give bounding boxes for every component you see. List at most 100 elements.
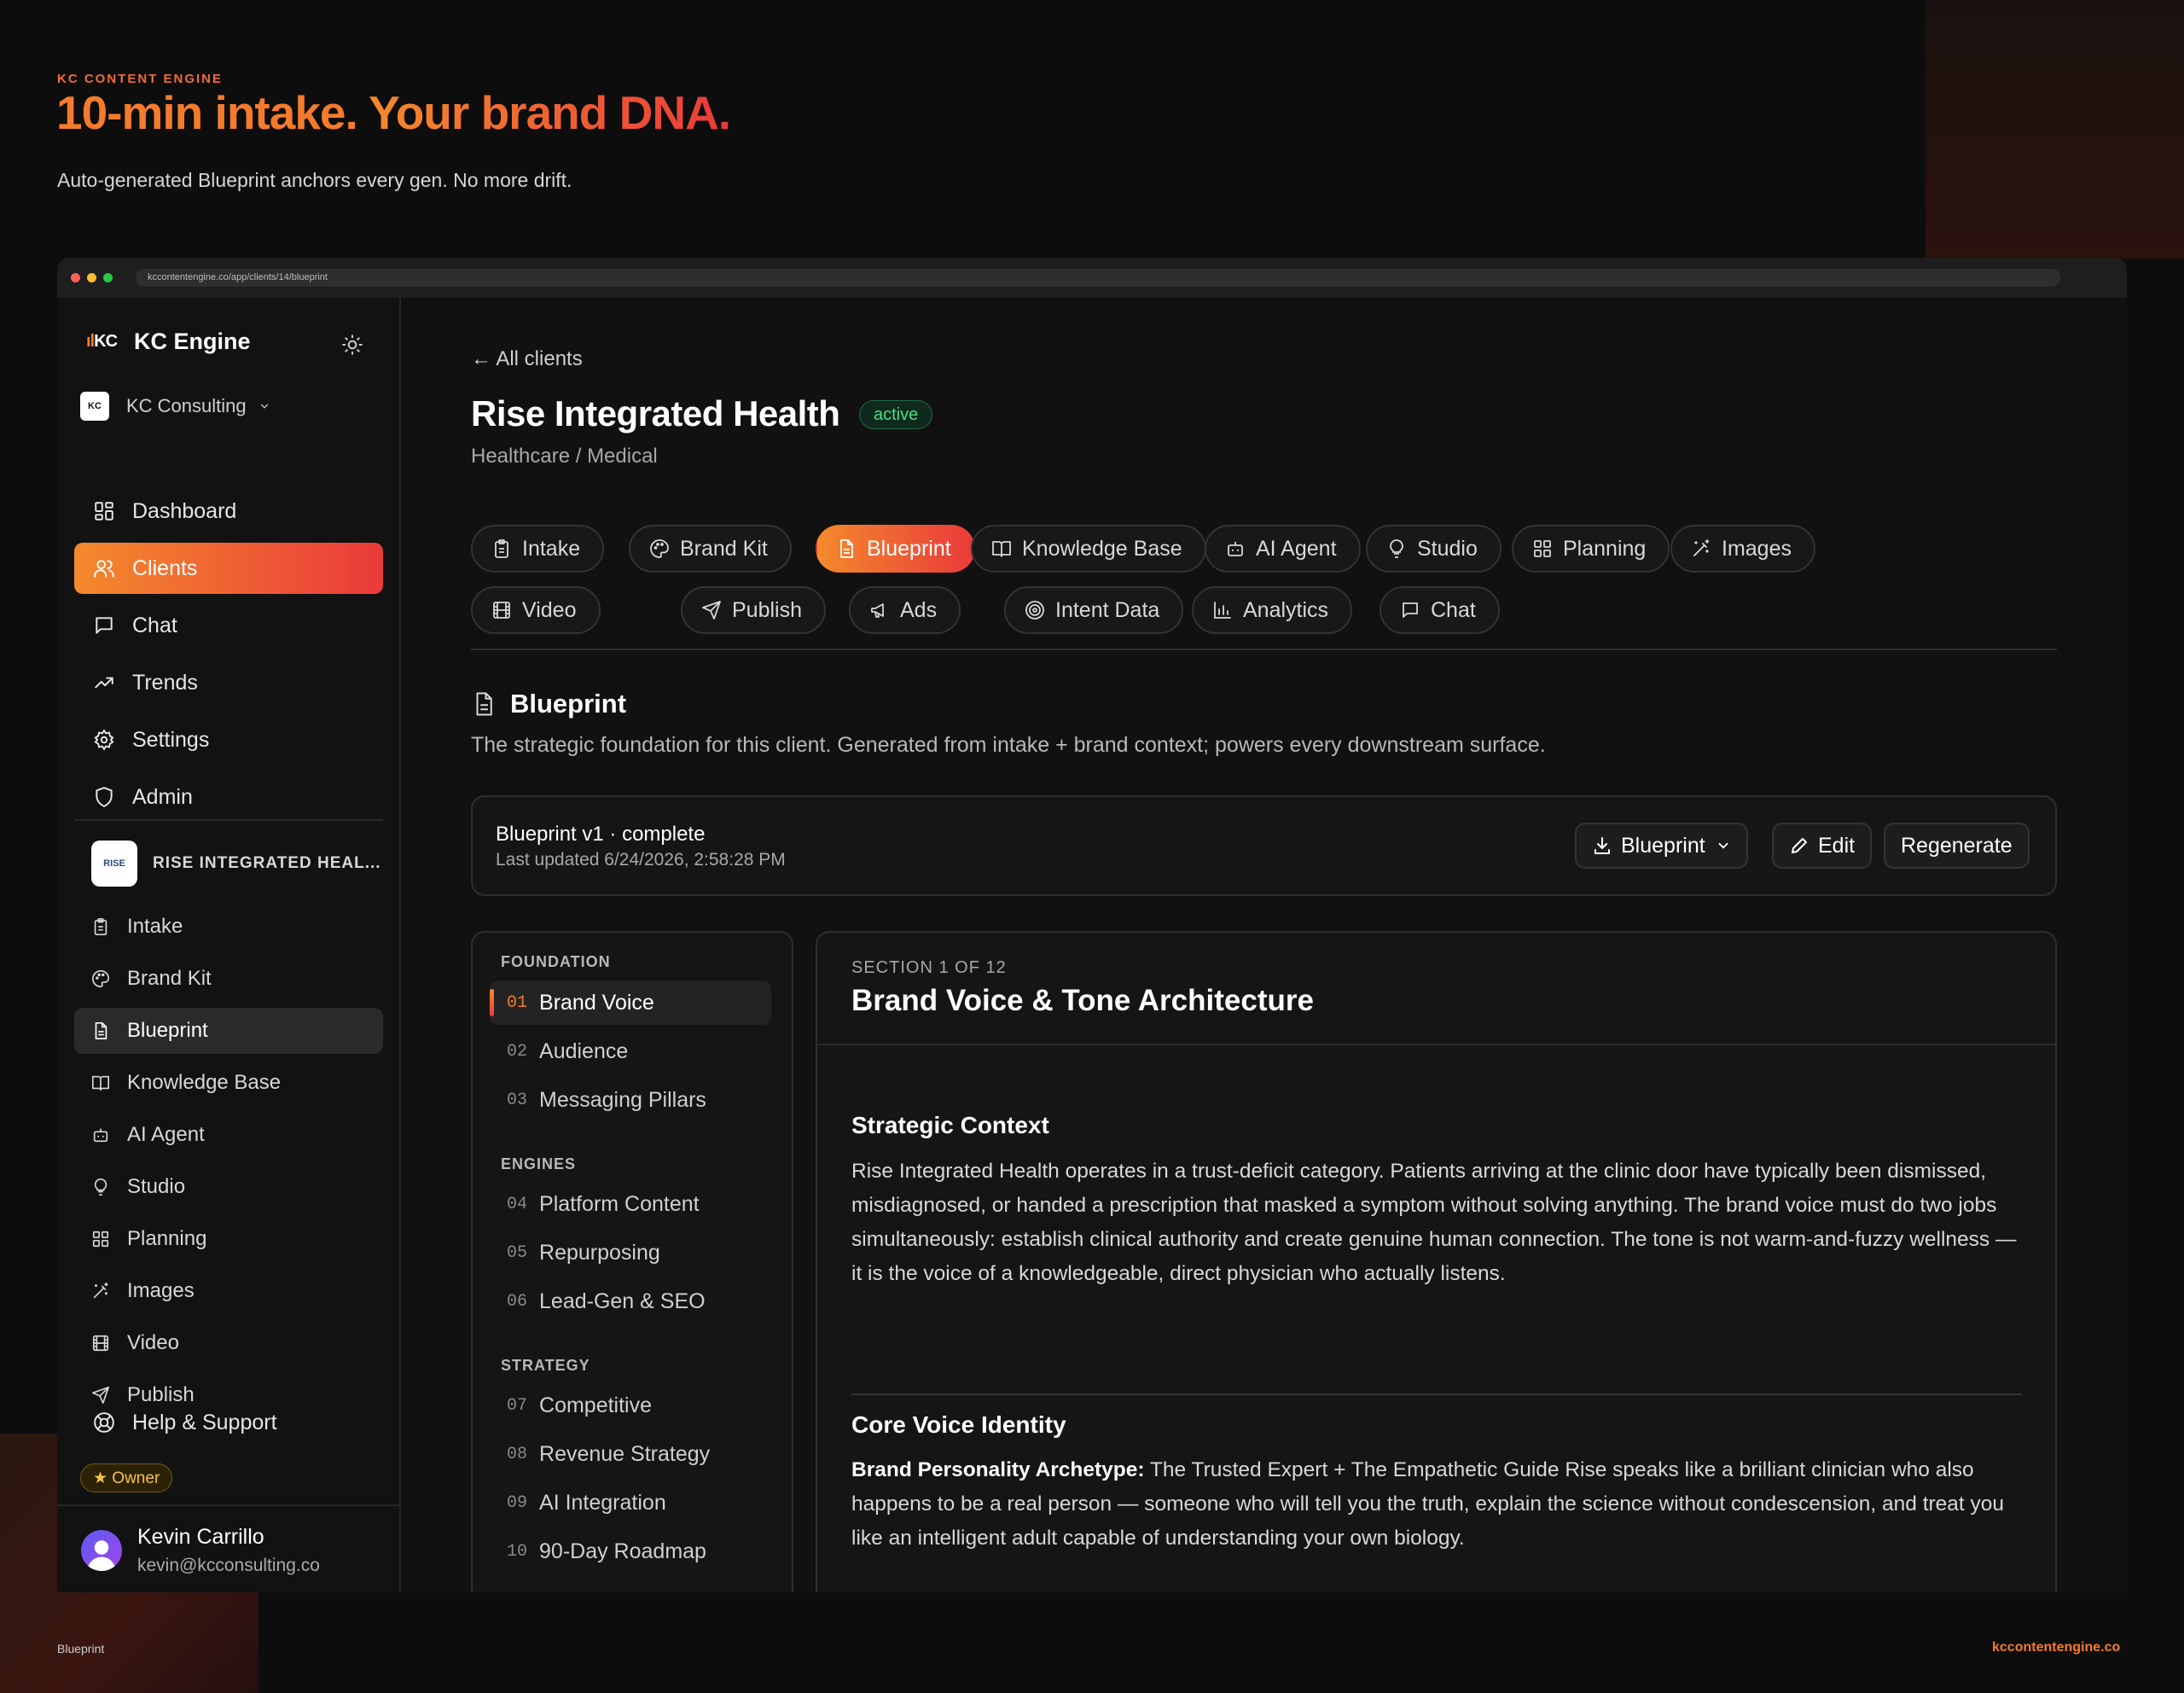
close-dot[interactable] [71, 273, 80, 282]
tab-chat[interactable]: Chat [1380, 586, 1500, 634]
footer-url: kccontentengine.co [1992, 1640, 2121, 1655]
nav-label: Chat [132, 613, 177, 637]
section-counter: SECTION 1 OF 12 [851, 958, 1007, 977]
nav-trends[interactable]: Trends [74, 657, 383, 708]
toc-number: 04 [507, 1194, 528, 1214]
tab-label: Images [1722, 536, 1792, 561]
toc-item-audience[interactable]: 02 Audience [490, 1029, 771, 1073]
sidebar-item-images[interactable]: Images [74, 1268, 383, 1314]
toc-number: 10 [507, 1541, 528, 1562]
tab-analytics[interactable]: Analytics [1192, 586, 1353, 634]
document-icon [840, 539, 853, 558]
clipboard-icon [94, 918, 107, 935]
palette-icon [92, 970, 109, 987]
maximize-dot[interactable] [103, 273, 113, 282]
hero-title-highlight: Your brand DNA. [369, 86, 731, 139]
sidebar-item-label: Studio [127, 1175, 186, 1198]
owner-badge: ★ Owner [80, 1463, 173, 1492]
gear-icon [94, 729, 114, 751]
toc-item-ai-integration[interactable]: 09 AI Integration [490, 1481, 771, 1525]
paragraph-label: Brand Personality Archetype: [851, 1458, 1145, 1481]
status-badge: active [859, 400, 933, 429]
lightbulb-icon [94, 1178, 107, 1196]
lightbulb-icon [1390, 539, 1403, 558]
film-icon [493, 602, 510, 619]
tab-brand-kit[interactable]: Brand Kit [629, 525, 792, 573]
help-label: Help & Support [132, 1410, 277, 1434]
app-brand[interactable]: ılKC KC Engine [86, 329, 251, 355]
nav-label: Dashboard [132, 498, 237, 523]
nav-admin[interactable]: Admin [74, 771, 383, 823]
sidebar-divider [74, 819, 383, 821]
tabs-divider [471, 649, 2057, 650]
org-switcher[interactable]: KC KC Consulting [80, 392, 270, 421]
tab-ai-agent[interactable]: AI Agent [1205, 525, 1361, 573]
tab-label: AI Agent [1256, 536, 1337, 561]
client-context[interactable]: RISE RISE INTEGRATED HEAL... [91, 841, 381, 887]
toc-item-messaging-pillars[interactable]: 03 Messaging Pillars [490, 1078, 771, 1122]
toc-number: 03 [507, 1090, 528, 1110]
nav-dashboard[interactable]: Dashboard [74, 486, 383, 537]
toc-item-revenue-strategy[interactable]: 08 Revenue Strategy [490, 1432, 771, 1476]
sidebar-item-knowledge-base[interactable]: Knowledge Base [74, 1060, 383, 1106]
help-support-link[interactable]: Help & Support [74, 1402, 383, 1443]
tab-knowledge-base[interactable]: Knowledge Base [971, 525, 1206, 573]
download-blueprint-button[interactable]: Blueprint [1575, 823, 1748, 869]
back-link[interactable]: ← All clients [471, 347, 583, 371]
paragraph: Rise Integrated Health operates in a tru… [851, 1160, 2017, 1285]
sidebar-item-studio[interactable]: Studio [74, 1164, 383, 1210]
tab-video[interactable]: Video [471, 586, 601, 634]
regenerate-button[interactable]: Regenerate [1884, 823, 2030, 869]
film-icon [92, 1335, 109, 1352]
chat-icon [96, 617, 113, 634]
toc-label: Competitive [539, 1393, 653, 1417]
toc-number: 09 [507, 1492, 528, 1513]
toc-label: Repurposing [539, 1240, 660, 1265]
page: { "hero": { "eyebrow": "KC CONTENT ENGIN… [0, 0, 2184, 1693]
tab-intent-data[interactable]: Intent Data [1004, 586, 1184, 634]
tab-intake[interactable]: Intake [471, 525, 605, 573]
client-industry: Healthcare / Medical [471, 445, 658, 468]
lifebuoy-icon [94, 1412, 114, 1433]
tab-label: Blueprint [867, 536, 951, 561]
toc-item-platform-content[interactable]: 04 Platform Content [490, 1182, 771, 1226]
tab-blueprint[interactable]: Blueprint [816, 525, 975, 573]
sidebar-item-brand-kit[interactable]: Brand Kit [74, 956, 383, 1002]
sun-icon[interactable] [341, 334, 363, 356]
toc-item-competitive[interactable]: 07 Competitive [490, 1383, 771, 1428]
minimize-dot[interactable] [87, 273, 96, 282]
subsection-heading: Core Voice Identity [851, 1411, 1066, 1438]
hero-eyebrow: KC CONTENT ENGINE [57, 72, 224, 86]
sidebar-item-intake[interactable]: Intake [74, 904, 383, 950]
toc-number: 06 [507, 1291, 528, 1312]
user-name: Kevin Carrillo [137, 1525, 264, 1549]
tab-label: Planning [1563, 536, 1647, 561]
tab-images[interactable]: Images [1670, 525, 1815, 573]
nav-clients[interactable]: Clients [74, 543, 383, 594]
sidebar-item-video[interactable]: Video [74, 1320, 383, 1366]
sidebar-item-ai-agent[interactable]: AI Agent [74, 1112, 383, 1158]
toc-item-repurposing[interactable]: 05 Repurposing [490, 1230, 771, 1275]
tab-planning[interactable]: Planning [1512, 525, 1670, 573]
address-bar[interactable]: kccontentengine.co/app/clients/14/bluepr… [136, 269, 2060, 287]
nav-chat[interactable]: Chat [74, 600, 383, 651]
toc-item-lead-gen-seo[interactable]: 06 Lead-Gen & SEO [490, 1279, 771, 1324]
sidebar-item-planning[interactable]: Planning [74, 1216, 383, 1262]
user-profile[interactable]: Kevin Carrillo kevin@kcconsulting.co [57, 1504, 399, 1592]
download-icon [1594, 837, 1610, 854]
shield-icon [96, 787, 113, 807]
tab-publish[interactable]: Publish [681, 586, 826, 634]
sidebar-item-label: Images [127, 1279, 195, 1302]
nav-settings[interactable]: Settings [74, 714, 383, 765]
toc-item-brand-voice[interactable]: 01 Brand Voice [490, 980, 771, 1025]
sidebar-item-blueprint[interactable]: Blueprint [74, 1008, 383, 1054]
toc-item-90-day-roadmap[interactable]: 10 90-Day Roadmap [490, 1529, 771, 1574]
tab-studio[interactable]: Studio [1366, 525, 1502, 573]
target-icon [1025, 601, 1044, 620]
sidebar-item-label: AI Agent [127, 1123, 205, 1146]
toc-group-label: FOUNDATION [501, 953, 611, 970]
edit-button[interactable]: Edit [1772, 823, 1873, 869]
document-icon [476, 692, 492, 716]
tab-ads[interactable]: Ads [849, 586, 961, 634]
hero-subtitle: Auto-generated Blueprint anchors every g… [57, 169, 572, 191]
